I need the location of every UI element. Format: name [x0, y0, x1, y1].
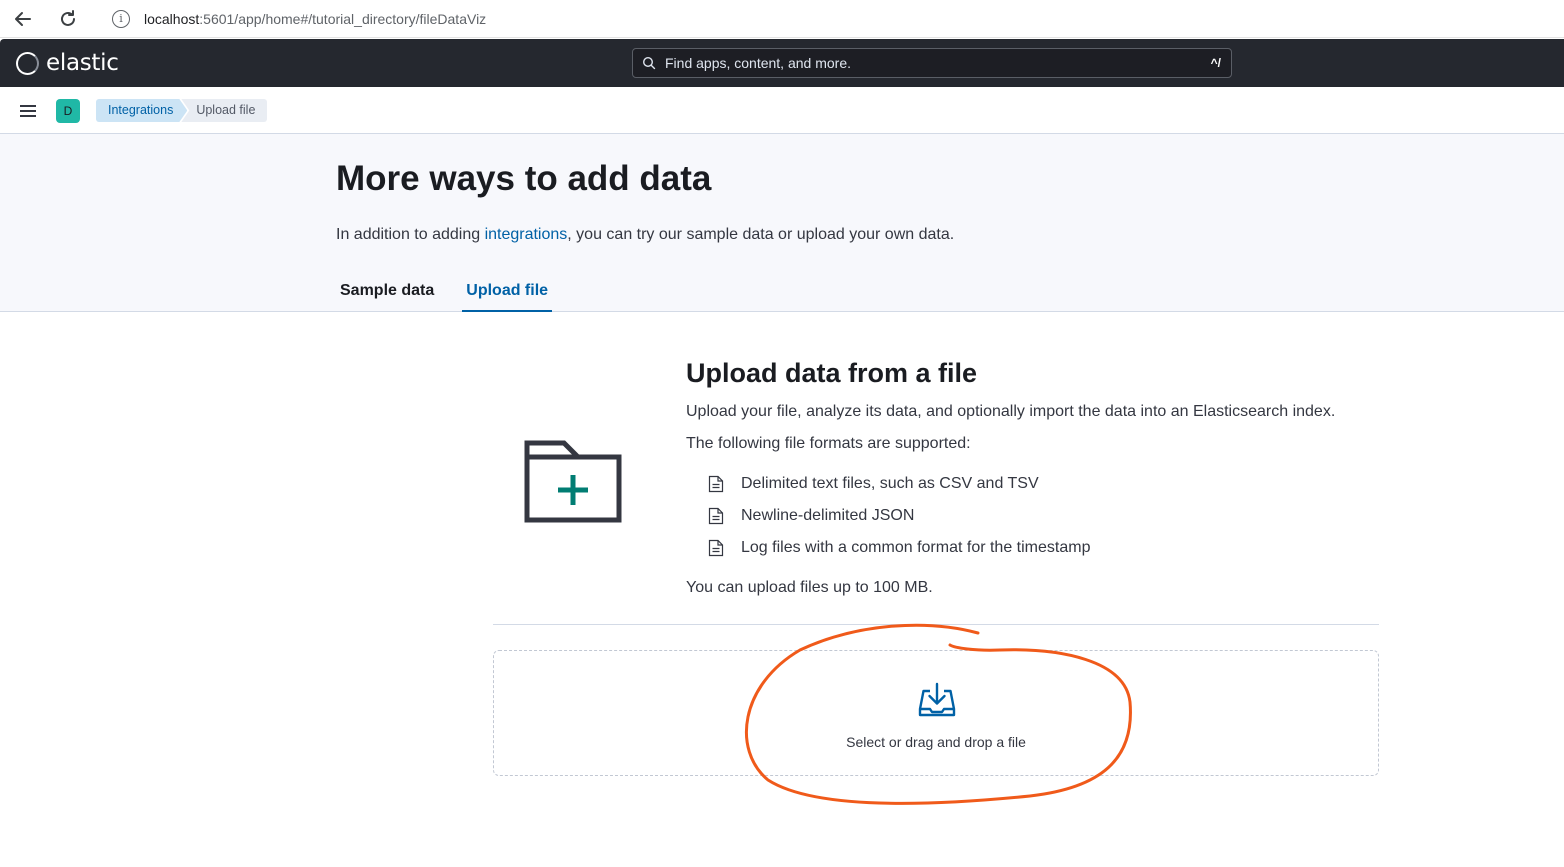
breadcrumb: Integrations Upload file [96, 99, 268, 122]
document-icon [708, 539, 724, 557]
page-description: In addition to adding integrations, you … [336, 226, 955, 243]
search-shortcut-badge: ^/ [1210, 56, 1221, 70]
search-placeholder: Find apps, content, and more. [665, 55, 851, 71]
tab-upload-file[interactable]: Upload file [462, 272, 553, 312]
global-search-input[interactable]: Find apps, content, and more. ^/ [632, 48, 1232, 78]
address-bar[interactable]: i localhost:5601/app/home#/tutorial_dire… [96, 4, 1556, 34]
reload-icon[interactable] [56, 7, 80, 31]
elastic-logo[interactable]: elastic [16, 50, 119, 76]
upload-tray-icon [918, 682, 956, 717]
breadcrumb-upload-file: Upload file [181, 99, 268, 122]
elastic-logo-icon [16, 51, 39, 75]
list-item: Newline-delimited JSON [708, 505, 914, 527]
tab-sample-data[interactable]: Sample data [336, 272, 438, 312]
list-item: Delimited text files, such as CSV and TS… [708, 473, 1039, 495]
upload-title: Upload data from a file [686, 358, 978, 388]
integrations-link[interactable]: integrations [485, 226, 568, 243]
browser-toolbar: i localhost:5601/app/home#/tutorial_dire… [0, 0, 1564, 38]
page-header: More ways to add data In addition to add… [0, 134, 1564, 312]
document-icon [708, 507, 724, 525]
search-icon [642, 56, 656, 70]
document-icon [708, 475, 724, 493]
file-dropzone[interactable]: Select or drag and drop a file [493, 650, 1379, 776]
formats-intro: The following file formats are supported… [686, 435, 971, 452]
space-avatar[interactable]: D [56, 99, 80, 123]
back-arrow-icon[interactable] [11, 7, 35, 31]
page-title: More ways to add data [336, 159, 712, 198]
top-header: elastic Find apps, content, and more. ^/ [0, 39, 1564, 87]
breadcrumb-bar: D Integrations Upload file [0, 87, 1564, 134]
tabs: Sample data Upload file [336, 272, 576, 312]
breadcrumb-integrations[interactable]: Integrations [96, 99, 187, 122]
site-info-icon[interactable]: i [112, 10, 130, 28]
list-item: Log files with a common format for the t… [708, 537, 1090, 559]
folder-add-icon [524, 440, 622, 523]
url-text: localhost:5601/app/home#/tutorial_direct… [144, 11, 487, 27]
divider [493, 624, 1379, 625]
upload-description: Upload your file, analyze its data, and … [686, 403, 1336, 420]
file-size-note: You can upload files up to 100 MB. [686, 579, 933, 596]
dropzone-label: Select or drag and drop a file [846, 734, 1026, 750]
hamburger-menu-icon[interactable] [18, 101, 38, 121]
